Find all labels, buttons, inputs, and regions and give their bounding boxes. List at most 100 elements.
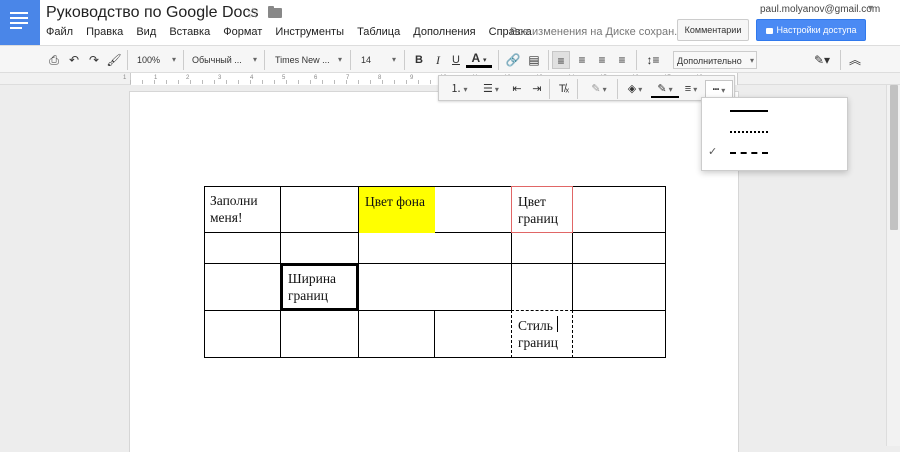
comments-button[interactable]: Комментарии xyxy=(677,19,749,41)
toolbar-divider xyxy=(577,79,578,99)
ruler-mark: 5 xyxy=(282,75,286,81)
share-button[interactable]: Настройки доступа xyxy=(756,19,866,41)
align-right-icon[interactable]: ≡ xyxy=(593,51,611,69)
table-cell-fill-me[interactable]: Заполни меня! xyxy=(204,186,281,233)
star-icon[interactable]: ☆ xyxy=(246,4,259,22)
increase-indent-icon[interactable]: ⇥ xyxy=(529,80,545,98)
toolbar-divider xyxy=(548,50,549,70)
table-border xyxy=(204,263,666,264)
toolbar-divider xyxy=(617,79,618,99)
table-cell-border-color[interactable]: Цвет границ xyxy=(511,186,573,233)
toolbar-divider xyxy=(549,79,550,99)
table-border xyxy=(434,310,435,358)
ruler-mark: 6 xyxy=(314,75,318,81)
table-border xyxy=(572,310,666,311)
text-color-label: A xyxy=(471,51,480,65)
menu-view[interactable]: Вид xyxy=(136,26,156,38)
pencil-icon[interactable]: ✎▾ xyxy=(810,51,834,69)
main-toolbar: ⎙ ↶ ↷ 🖌 100% Обычный ... Times New ... 1… xyxy=(0,45,900,73)
text-cursor xyxy=(557,316,558,332)
solid-line-icon xyxy=(730,110,768,112)
border-style-option-dotted[interactable] xyxy=(702,122,849,142)
table-border xyxy=(665,186,666,358)
table-cell-border-style[interactable]: Стиль границ xyxy=(511,310,573,358)
collapse-icon[interactable]: ︽ xyxy=(846,51,864,69)
ruler-mark: 7 xyxy=(346,75,350,81)
more-button[interactable]: Дополнительно xyxy=(673,51,757,70)
secondary-toolbar: ⒈ ☰ ⇤ ⇥ T̸ₓ ✎ ◈ ✎ ≡ ┅ xyxy=(438,75,735,101)
highlight-pen-icon[interactable]: ✎ xyxy=(585,80,613,98)
ruler-mark: 4 xyxy=(250,75,254,81)
menu-format[interactable]: Формат xyxy=(223,26,262,38)
top-bar: Руководство по Google Docs ☆ Файл Правка… xyxy=(0,0,900,45)
bold-button[interactable]: B xyxy=(410,51,428,69)
print-icon[interactable]: ⎙ xyxy=(46,51,62,69)
border-style-option-dashed[interactable]: ✓ xyxy=(702,143,849,163)
paint-format-icon[interactable]: 🖌 xyxy=(106,51,122,69)
toolbar-divider xyxy=(264,50,265,70)
menu-table[interactable]: Таблица xyxy=(357,26,400,38)
toolbar-divider xyxy=(840,50,841,70)
vertical-scrollbar[interactable] xyxy=(886,85,900,446)
border-color-icon[interactable]: ✎ xyxy=(651,80,679,98)
comment-icon[interactable]: ▤ xyxy=(525,51,543,69)
account-caret-icon[interactable]: ▾ xyxy=(868,3,873,14)
align-left-icon[interactable]: ≡ xyxy=(552,51,570,69)
lock-icon xyxy=(765,28,773,34)
line-spacing-icon[interactable]: ↕≡ xyxy=(641,51,665,69)
underline-button[interactable]: U xyxy=(448,51,464,69)
menu-edit[interactable]: Правка xyxy=(86,26,123,38)
numbered-list-icon[interactable]: ⒈ xyxy=(445,80,473,98)
zoom-select[interactable]: 100% xyxy=(134,51,178,69)
menu-tools[interactable]: Инструменты xyxy=(275,26,344,38)
document-table[interactable]: Заполни меня! Цвет фона Цвет границ Шири… xyxy=(204,186,666,358)
align-center-icon[interactable]: ≡ xyxy=(573,51,591,69)
italic-button[interactable]: I xyxy=(430,51,446,69)
font-select[interactable]: Times New ... xyxy=(272,51,344,69)
border-style-option-solid[interactable] xyxy=(702,101,849,121)
border-width-icon[interactable]: ≡ xyxy=(679,80,703,98)
scrollbar-thumb[interactable] xyxy=(890,85,898,230)
redo-icon[interactable]: ↷ xyxy=(86,51,102,69)
font-size-select[interactable]: 14 xyxy=(358,51,398,69)
border-style-menu: ✓ xyxy=(701,97,848,171)
dashed-line-icon xyxy=(730,152,768,154)
menu-insert[interactable]: Вставка xyxy=(169,26,210,38)
share-button-label: Настройки доступа xyxy=(776,25,857,35)
menu-addons[interactable]: Дополнения xyxy=(413,26,475,38)
save-status[interactable]: Все изменения на Диске сохран... xyxy=(510,26,683,38)
ruler-mark: 9 xyxy=(410,75,414,81)
toolbar-divider xyxy=(498,50,499,70)
clear-formatting-icon[interactable]: T̸ₓ xyxy=(555,80,573,98)
ruler-mark: 1 xyxy=(154,75,158,81)
folder-icon[interactable] xyxy=(268,6,282,18)
toolbar-divider xyxy=(183,50,184,70)
account-email[interactable]: paul.molyanov@gmail.com xyxy=(760,4,880,15)
align-justify-icon[interactable]: ≡ xyxy=(613,51,631,69)
toolbar-divider xyxy=(127,50,128,70)
decrease-indent-icon[interactable]: ⇤ xyxy=(509,80,525,98)
toolbar-divider xyxy=(350,50,351,70)
ruler-mark: 3 xyxy=(218,75,222,81)
undo-icon[interactable]: ↶ xyxy=(66,51,82,69)
dotted-line-icon xyxy=(730,131,768,133)
doc-title[interactable]: Руководство по Google Docs xyxy=(46,4,258,22)
menu-bar: Файл Правка Вид Вставка Формат Инструмен… xyxy=(46,26,542,38)
table-border xyxy=(204,357,666,358)
style-select[interactable]: Обычный ... xyxy=(189,51,259,69)
toolbar-divider xyxy=(636,50,637,70)
toolbar-divider xyxy=(404,50,405,70)
table-cell-background-color[interactable]: Цвет фона xyxy=(359,187,435,233)
docs-logo[interactable] xyxy=(0,0,40,45)
fill-color-icon[interactable]: ◈ xyxy=(621,80,649,98)
ruler-mark: 1 xyxy=(123,75,127,81)
ruler-mark: 2 xyxy=(186,75,190,81)
text-color-button[interactable]: A ▾ xyxy=(466,51,492,68)
menu-file[interactable]: Файл xyxy=(46,26,73,38)
checkmark-icon: ✓ xyxy=(708,146,718,158)
ruler-mark: 8 xyxy=(378,75,382,81)
border-dash-icon[interactable]: ┅ xyxy=(705,80,733,98)
bulleted-list-icon[interactable]: ☰ xyxy=(477,80,505,98)
link-icon[interactable]: 🔗 xyxy=(504,51,522,69)
table-cell-border-width[interactable]: Ширина границ xyxy=(280,263,359,311)
